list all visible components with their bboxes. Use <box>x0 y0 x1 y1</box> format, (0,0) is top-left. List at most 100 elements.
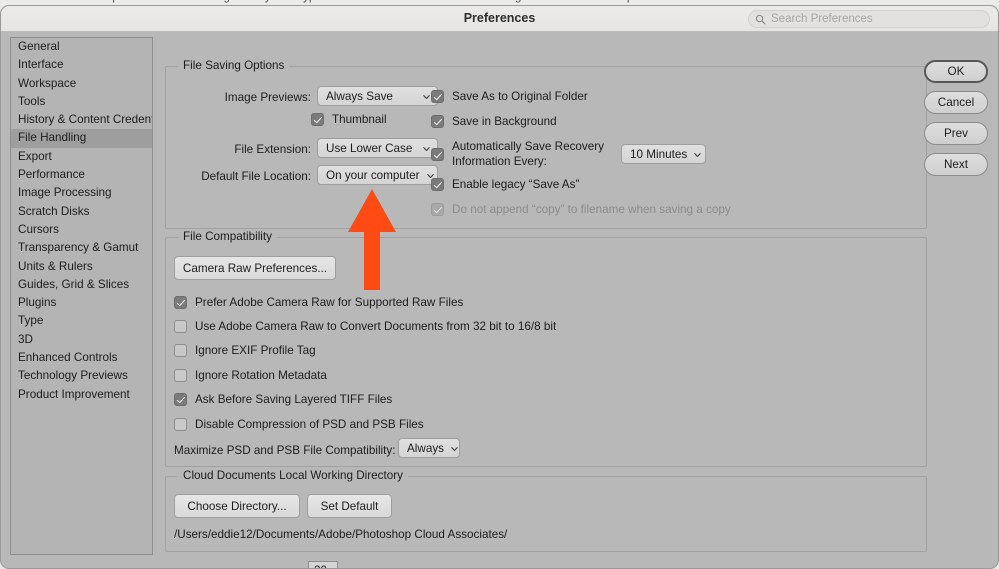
sidebar-item-cursors[interactable]: Cursors <box>11 221 152 239</box>
menu-item-window[interactable]: Window <box>552 0 594 3</box>
sidebar-item-technology-previews[interactable]: Technology Previews <box>11 367 152 385</box>
thumbnail-label: Thumbnail <box>332 113 387 126</box>
sidebar-item-export[interactable]: Export <box>11 148 152 166</box>
maximize-compatibility-select[interactable]: Always <box>398 438 460 458</box>
ok-button[interactable]: OK <box>924 60 988 83</box>
ignore-exif-profile-tag-checkbox[interactable] <box>174 344 187 357</box>
image-previews-value: Always Save <box>326 89 393 103</box>
thumbnail-checkbox[interactable] <box>311 113 324 126</box>
sidebar-item-tools[interactable]: Tools <box>11 93 152 111</box>
default-file-location-value: On your computer <box>326 168 420 182</box>
sidebar-item-performance[interactable]: Performance <box>11 166 152 184</box>
auto-save-recovery-checkbox[interactable] <box>431 148 444 161</box>
prefer-adobe-camera-raw-checkbox[interactable] <box>174 296 187 309</box>
prefer-adobe-camera-raw-label: Prefer Adobe Camera Raw for Supported Ra… <box>195 296 464 309</box>
menu-item-3d[interactable]: 3D <box>427 0 442 3</box>
ignore-exif-profile-tag-label: Ignore EXIF Profile Tag <box>195 344 316 357</box>
menu-item-select[interactable]: Select <box>337 0 370 3</box>
menu-item-filter[interactable]: Filter <box>385 0 412 3</box>
sidebar-item-image-processing[interactable]: Image Processing <box>11 184 152 202</box>
sidebar-item-type[interactable]: Type <box>11 312 152 330</box>
ask-before-saving-layered-tiff-row[interactable]: Ask Before Saving Layered TIFF Files <box>174 392 392 407</box>
cloud-documents-group: Cloud Documents Local Working Directory … <box>165 469 927 552</box>
menu-item-image[interactable]: Image <box>204 0 237 3</box>
file-extension-select[interactable]: Use Lower Case <box>317 138 438 158</box>
prefer-adobe-camera-raw-row[interactable]: Prefer Adobe Camera Raw for Supported Ra… <box>174 295 463 310</box>
sidebar-item-plugins[interactable]: Plugins <box>11 294 152 312</box>
maximize-compatibility-value: Always <box>407 441 445 455</box>
sidebar-item-3d[interactable]: 3D <box>11 331 152 349</box>
sidebar-item-general[interactable]: General <box>11 38 152 56</box>
use-acr-convert-32bit-checkbox[interactable] <box>174 320 187 333</box>
thumbnail-checkbox-row[interactable]: Thumbnail <box>311 112 387 127</box>
sidebar-item-units-rulers[interactable]: Units & Rulers <box>11 258 152 276</box>
sidebar-item-enhanced-controls[interactable]: Enhanced Controls <box>11 349 152 367</box>
search-input[interactable] <box>771 13 983 25</box>
sidebar-item-interface[interactable]: Interface <box>11 56 152 74</box>
save-as-original-folder-checkbox[interactable] <box>431 90 444 103</box>
use-acr-convert-32bit-label: Use Adobe Camera Raw to Convert Document… <box>195 320 557 333</box>
file-saving-options-title: File Saving Options <box>178 59 290 72</box>
choose-directory-button[interactable]: Choose Directory... <box>174 494 300 518</box>
prev-button[interactable]: Prev <box>924 122 988 145</box>
save-in-background-checkbox[interactable] <box>431 115 444 128</box>
preferences-dialog: Preferences General Interface Workspace … <box>0 5 999 569</box>
save-as-original-folder-label: Save As to Original Folder <box>452 90 588 103</box>
preferences-category-list[interactable]: General Interface Workspace Tools Histor… <box>10 37 153 555</box>
sidebar-item-product-improvement[interactable]: Product Improvement <box>11 386 152 404</box>
image-previews-label: Image Previews: <box>224 91 311 104</box>
cloud-documents-path: /Users/eddie12/Documents/Adobe/Photoshop… <box>174 528 508 541</box>
ignore-rotation-metadata-row[interactable]: Ignore Rotation Metadata <box>174 368 327 383</box>
save-in-background-label: Save in Background <box>452 115 557 128</box>
default-file-location-select[interactable]: On your computer <box>317 165 438 185</box>
menu-item-edit[interactable]: Edit <box>168 0 189 3</box>
search-icon <box>755 14 766 24</box>
sidebar-item-transparency-gamut[interactable]: Transparency & Gamut <box>11 239 152 257</box>
cloud-documents-title: Cloud Documents Local Working Directory <box>178 469 408 482</box>
save-in-background-row[interactable]: Save in Background <box>431 114 557 129</box>
auto-save-recovery-row[interactable]: Automatically Save Recovery Information … <box>431 139 604 169</box>
sidebar-item-guides-grid-slices[interactable]: Guides, Grid & Slices <box>11 276 152 294</box>
cancel-button[interactable]: Cancel <box>924 91 988 114</box>
menu-item-help[interactable]: Help <box>609 0 633 3</box>
enable-legacy-save-as-row[interactable]: Enable legacy “Save As” <box>431 177 579 192</box>
file-saving-options-group: File Saving Options Image Previews: Alwa… <box>165 59 927 229</box>
disable-compression-psd-psb-label: Disable Compression of PSD and PSB Files <box>195 418 424 431</box>
save-as-original-folder-row[interactable]: Save As to Original Folder <box>431 89 588 104</box>
sidebar-item-workspace[interactable]: Workspace <box>11 75 152 93</box>
recent-file-list-input[interactable]: 20 <box>308 561 338 568</box>
menu-bar-right-label: Preferences <box>817 0 879 3</box>
auto-save-interval-select[interactable]: 10 Minutes <box>621 144 706 164</box>
chevron-down-icon <box>423 94 430 99</box>
sidebar-item-file-handling[interactable]: File Handling <box>11 129 152 148</box>
image-previews-select[interactable]: Always Save <box>317 86 438 106</box>
ignore-exif-profile-tag-row[interactable]: Ignore EXIF Profile Tag <box>174 343 316 358</box>
maximize-compatibility-label: Maximize PSD and PSB File Compatibility: <box>174 444 396 457</box>
ignore-rotation-metadata-label: Ignore Rotation Metadata <box>195 369 327 382</box>
default-file-location-label: Default File Location: <box>201 170 311 183</box>
menu-item-plugins[interactable]: Plugins <box>498 0 537 3</box>
sidebar-item-scratch-disks[interactable]: Scratch Disks <box>11 203 152 221</box>
menu-item-view[interactable]: View <box>457 0 483 3</box>
menu-item-file[interactable]: File <box>134 0 153 3</box>
menu-item-photoshop[interactable]: Photoshop <box>62 0 119 3</box>
disable-compression-psd-psb-checkbox[interactable] <box>174 418 187 431</box>
file-extension-label: File Extension: <box>234 143 311 156</box>
enable-legacy-save-as-label: Enable legacy “Save As” <box>452 178 580 191</box>
disable-compression-psd-psb-row[interactable]: Disable Compression of PSD and PSB Files <box>174 417 424 432</box>
set-default-button[interactable]: Set Default <box>307 494 392 518</box>
enable-legacy-save-as-checkbox[interactable] <box>431 178 444 191</box>
next-button[interactable]: Next <box>924 153 988 176</box>
ignore-rotation-metadata-checkbox[interactable] <box>174 369 187 382</box>
dialog-action-buttons: OK Cancel Prev Next <box>924 60 988 184</box>
search-preferences-box[interactable] <box>748 10 990 28</box>
use-acr-convert-32bit-row[interactable]: Use Adobe Camera Raw to Convert Document… <box>174 319 556 334</box>
camera-raw-preferences-button[interactable]: Camera Raw Preferences... <box>174 256 336 280</box>
auto-save-recovery-label-line1: Automatically Save Recovery <box>452 140 605 153</box>
do-not-append-copy-checkbox <box>431 203 444 216</box>
sidebar-item-history-content-credentials[interactable]: History & Content Credentials <box>11 111 152 129</box>
menu-item-layer[interactable]: Layer <box>252 0 282 3</box>
menu-item-type[interactable]: Type <box>297 0 323 3</box>
ask-before-saving-layered-tiff-checkbox[interactable] <box>174 393 187 406</box>
chevron-down-icon <box>423 146 430 151</box>
